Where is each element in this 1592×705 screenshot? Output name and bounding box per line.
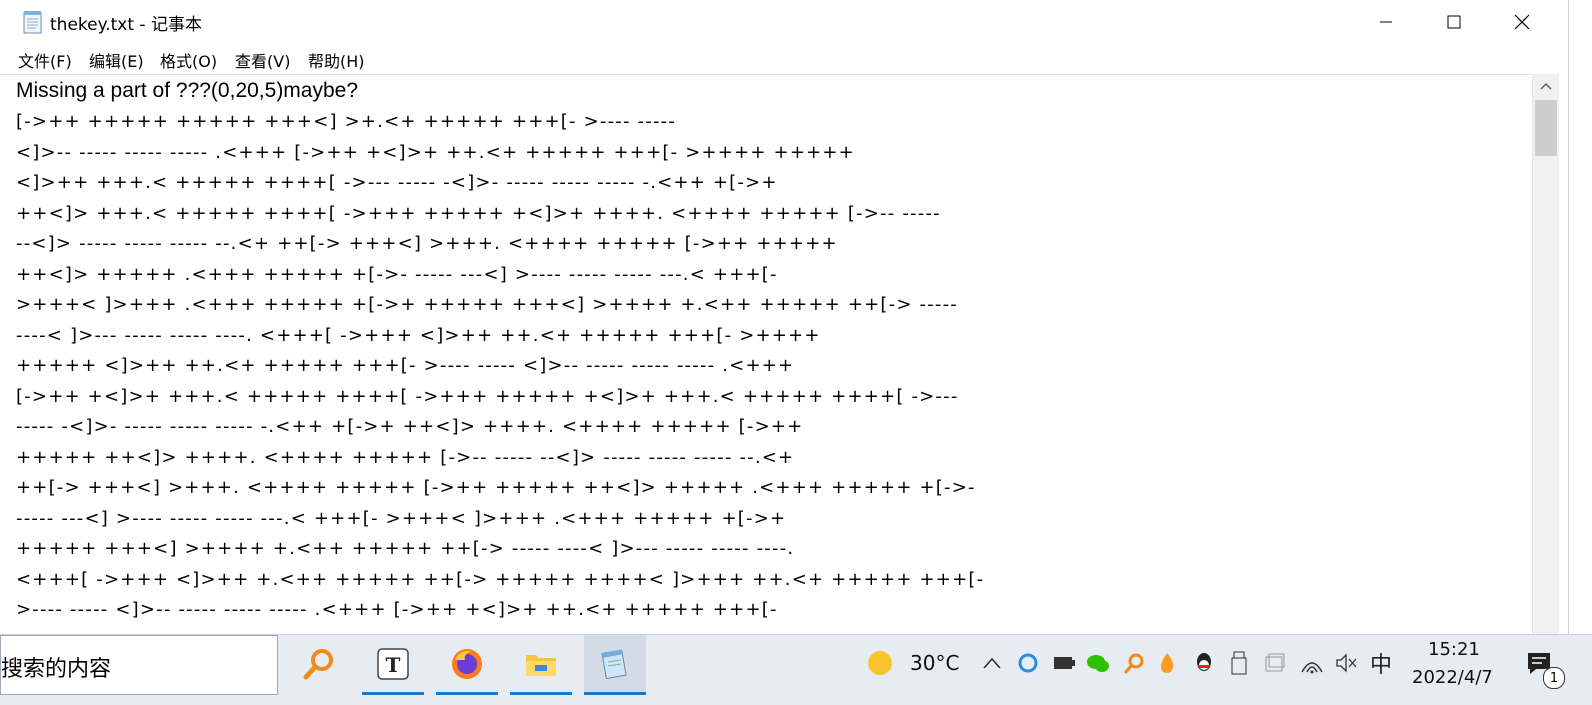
editor-line: ----- ---<] >---- ----- ----- ---.< +++[…: [16, 508, 787, 529]
scroll-thumb[interactable]: [1535, 100, 1557, 156]
editor-line: Missing a part of ???(0,20,5)maybe?: [16, 79, 359, 102]
svg-text:T: T: [386, 653, 401, 677]
battery-tray-icon[interactable]: [1052, 649, 1076, 677]
taskbar-app-file-explorer[interactable]: [510, 635, 572, 695]
menu-edit[interactable]: 编辑(E): [89, 48, 144, 72]
running-indicator: [362, 692, 424, 695]
running-indicator: [436, 692, 498, 695]
magnifier-icon: [303, 649, 333, 680]
text-editor-t-icon: T: [377, 648, 409, 680]
editor-line: <+++[ ->+++ <]>++ +.<++ +++++ ++[-> ++++…: [16, 569, 985, 590]
editor-line: <]>-- ----- ----- ----- .<+++ [->++ +<]>…: [16, 142, 855, 163]
editor-line: >---- ----- <]>-- ----- ----- ----- .<++…: [16, 599, 778, 620]
notepad-window: thekey.txt - 记事本 文件(F) 编辑(E) 格式(O) 查看(V)…: [0, 0, 1569, 642]
close-icon: [1514, 14, 1530, 30]
running-indicator: [584, 692, 646, 695]
window-tray-icon[interactable]: [1264, 649, 1286, 677]
editor-line: ----- -<]>- ----- ----- ----- -.<++ +[->…: [16, 416, 804, 437]
weather-sun-icon[interactable]: [866, 649, 894, 677]
taskbar-search-box[interactable]: 搜索的内容: [0, 635, 278, 695]
taskbar-app-search[interactable]: [288, 635, 350, 693]
clock-date[interactable]: 2022/4/7: [1412, 667, 1493, 688]
window-title: thekey.txt - 记事本: [50, 15, 202, 35]
minimize-button[interactable]: [1352, 0, 1420, 44]
editor-line: ++<]> +++++ .<+++ +++++ +[->- ----- ---<…: [16, 264, 778, 285]
text-editor[interactable]: Missing a part of ???(0,20,5)maybe? [->+…: [0, 74, 1532, 642]
taskbar: 搜索的内容 T 30°C 中 15:21 2022/4/7 1: [0, 634, 1592, 705]
wechat-icon[interactable]: [1086, 649, 1110, 677]
ime-indicator[interactable]: 中: [1370, 649, 1392, 678]
minimize-icon: [1380, 21, 1392, 23]
magnifier-tray-icon[interactable]: [1122, 649, 1146, 677]
editor-line: --<]> ----- ----- ----- --.<+ ++[-> +++<…: [16, 233, 838, 254]
editor-line: >+++< ]>+++ .<+++ +++++ +[->+ +++++ +++<…: [16, 294, 958, 315]
weather-temperature[interactable]: 30°C: [910, 651, 959, 675]
volume-muted-icon[interactable]: [1334, 649, 1358, 677]
vertical-scrollbar[interactable]: [1532, 74, 1559, 642]
editor-line: ++[-> +++<] >+++. <++++ +++++ [->++ ++++…: [16, 477, 976, 498]
firefox-icon: [452, 649, 482, 679]
chevron-up-icon[interactable]: [982, 649, 1002, 677]
search-input-text: 搜索的内容: [1, 657, 112, 682]
qq-icon[interactable]: [1192, 649, 1216, 677]
editor-line: ----< ]>--- ----- ----- ----. <+++[ ->++…: [16, 325, 821, 346]
running-indicator: [510, 692, 572, 695]
security-flame-icon[interactable]: [1156, 649, 1178, 677]
maximize-button[interactable]: [1420, 0, 1488, 44]
editor-line: [->++ +<]>+ +++.< +++++ ++++[ ->+++ ++++…: [16, 386, 959, 407]
menu-view[interactable]: 查看(V): [235, 48, 290, 72]
editor-line: [->++ +++++ +++++ +++<] >+.<+ +++++ +++[…: [16, 111, 677, 132]
maximize-icon: [1447, 15, 1461, 29]
taskbar-app-notepad[interactable]: [584, 635, 646, 695]
editor-line: +++++ <]>++ ++.<+ +++++ +++[- >---- ----…: [16, 355, 795, 376]
close-button[interactable]: [1488, 0, 1556, 44]
notepad-icon: [22, 10, 44, 34]
notification-count-badge: 1: [1543, 667, 1565, 689]
cloud-sync-icon[interactable]: [1016, 649, 1040, 677]
wifi-icon[interactable]: [1300, 649, 1324, 677]
editor-line: <]>++ +++.< +++++ ++++[ ->--- ----- -<]>…: [16, 172, 778, 193]
editor-line: ++<]> +++.< +++++ ++++[ ->+++ +++++ +<]>…: [16, 203, 941, 224]
menu-file[interactable]: 文件(F): [18, 48, 72, 72]
notepad-icon: [601, 649, 627, 680]
clock-time[interactable]: 15:21: [1428, 639, 1480, 660]
menu-help[interactable]: 帮助(H): [308, 48, 365, 72]
chevron-up-icon: [1540, 82, 1552, 90]
folder-icon: [526, 655, 556, 676]
editor-line: +++++ ++<]> ++++. <++++ +++++ [->-- ----…: [16, 447, 795, 468]
menu-bar: 文件(F) 编辑(E) 格式(O) 查看(V) 帮助(H): [0, 44, 1568, 74]
taskbar-app-typora[interactable]: T: [362, 635, 424, 695]
taskbar-app-firefox[interactable]: [436, 635, 498, 695]
title-bar[interactable]: thekey.txt - 记事本: [0, 0, 1568, 44]
scroll-up-button[interactable]: [1533, 74, 1559, 98]
menu-format[interactable]: 格式(O): [160, 48, 217, 72]
usb-drive-icon[interactable]: [1230, 649, 1248, 677]
editor-line: +++++ +++<] >++++ +.<++ +++++ ++[-> ----…: [16, 538, 795, 559]
